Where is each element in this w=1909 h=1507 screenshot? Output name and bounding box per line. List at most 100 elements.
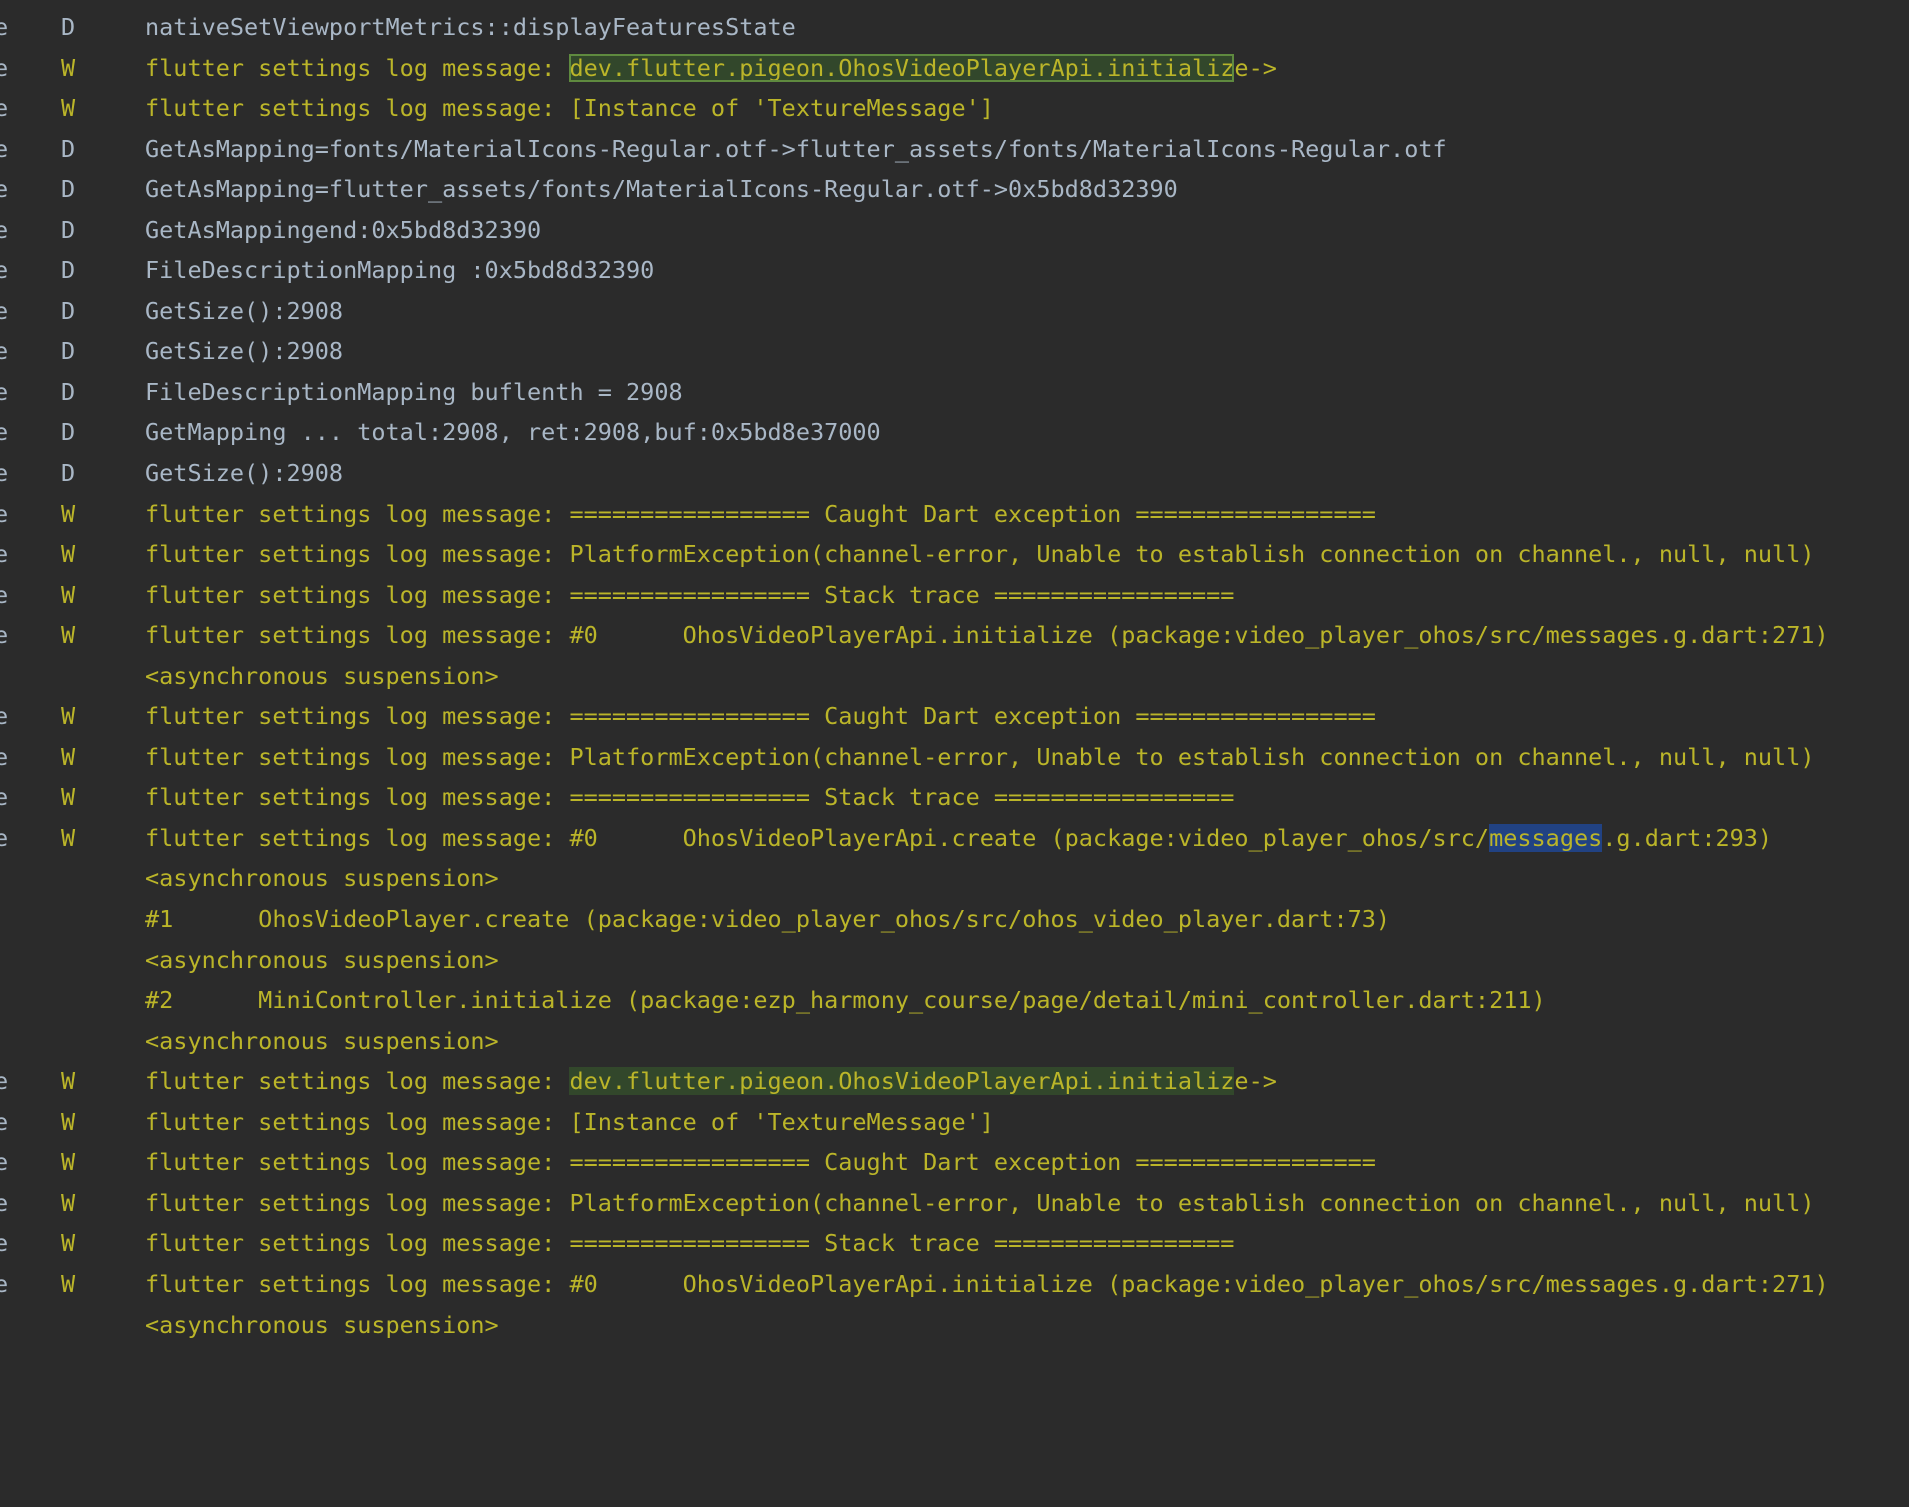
- log-row[interactable]: e W flutter settings log message: Platfo…: [0, 1183, 1909, 1224]
- log-level: W: [61, 621, 76, 650]
- log-level: W: [61, 94, 76, 123]
- log-row[interactable]: <asynchronous suspension>: [0, 858, 1909, 899]
- log-level: D: [61, 459, 76, 488]
- log-row[interactable]: e D nativeSetViewportMetrics::displayFea…: [0, 7, 1909, 48]
- log-row[interactable]: <asynchronous suspension>: [0, 940, 1909, 981]
- log-message: GetSize():2908: [145, 453, 343, 494]
- log-message: FileDescriptionMapping :0x5bd8d32390: [145, 250, 654, 291]
- log-level: W: [61, 1269, 76, 1298]
- log-row[interactable]: e W flutter settings log message: Platfo…: [0, 534, 1909, 575]
- log-message: flutter settings log message: [Instance …: [145, 1102, 994, 1143]
- log-message-text: #2 MiniController.initialize (package:ez…: [145, 986, 1546, 1015]
- log-message: <asynchronous suspension>: [145, 940, 499, 981]
- log-row[interactable]: e W flutter settings log message: ======…: [0, 777, 1909, 818]
- log-message-text: GetMapping ... total:2908, ret:2908,buf:…: [145, 418, 881, 447]
- log-level: W: [61, 783, 76, 812]
- log-row[interactable]: <asynchronous suspension>: [0, 656, 1909, 697]
- log-row[interactable]: e D FileDescriptionMapping buflenth = 29…: [0, 372, 1909, 413]
- log-row[interactable]: e W flutter settings log message: [Insta…: [0, 88, 1909, 129]
- log-message: GetAsMappingend:0x5bd8d32390: [145, 210, 541, 251]
- row-edge-text: e: [0, 621, 9, 650]
- log-level: D: [61, 337, 76, 366]
- log-row[interactable]: e W flutter settings log message: [Insta…: [0, 1102, 1909, 1143]
- log-row[interactable]: e W flutter settings log message: ======…: [0, 494, 1909, 535]
- log-row[interactable]: <asynchronous suspension>: [0, 1305, 1909, 1346]
- log-message-text: nativeSetViewportMetrics::displayFeature…: [145, 13, 796, 41]
- log-message-text: <asynchronous suspension>: [145, 1026, 499, 1055]
- log-row[interactable]: e W flutter settings log message: #0 Oho…: [0, 818, 1909, 859]
- log-level: W: [61, 702, 76, 731]
- log-message: flutter settings log message: ==========…: [145, 777, 1234, 818]
- log-row[interactable]: e D GetAsMapping=flutter_assets/fonts/Ma…: [0, 169, 1909, 210]
- row-edge-text: e: [0, 377, 9, 406]
- log-row[interactable]: e W flutter settings log message: #0 Oho…: [0, 615, 1909, 656]
- log-message: flutter settings log message: dev.flutte…: [145, 1061, 1277, 1102]
- search-highlight: dev.flutter.pigeon.OhosVideoPlayerApi.in…: [569, 53, 1235, 82]
- log-row[interactable]: e D FileDescriptionMapping :0x5bd8d32390: [0, 250, 1909, 291]
- log-row[interactable]: e D GetMapping ... total:2908, ret:2908,…: [0, 412, 1909, 453]
- log-level: W: [61, 499, 76, 528]
- log-message: GetSize():2908: [145, 331, 343, 372]
- log-level: D: [61, 296, 76, 325]
- log-message: flutter settings log message: ==========…: [145, 494, 1376, 535]
- log-row[interactable]: e W flutter settings log message: Platfo…: [0, 737, 1909, 778]
- log-level: W: [61, 1107, 76, 1136]
- log-message-text: #1 OhosVideoPlayer.create (package:video…: [145, 905, 1391, 934]
- row-edge-text: e: [0, 256, 9, 285]
- row-edge-text: e: [0, 783, 9, 812]
- log-level: D: [61, 13, 76, 41]
- log-row[interactable]: #2 MiniController.initialize (package:ez…: [0, 980, 1909, 1021]
- log-row[interactable]: e D GetSize():2908: [0, 453, 1909, 494]
- log-message-text: GetSize():2908: [145, 296, 344, 325]
- log-message-text: flutter settings log message: [Instance …: [145, 94, 994, 123]
- row-edge-text: e: [0, 418, 9, 447]
- log-level: W: [61, 1148, 76, 1177]
- log-message-text: GetSize():2908: [145, 337, 344, 366]
- log-message-tail: e->: [1234, 53, 1277, 82]
- log-level: D: [61, 418, 76, 447]
- row-edge-text: e: [0, 337, 9, 366]
- log-row[interactable]: e D GetAsMapping=fonts/MaterialIcons-Reg…: [0, 129, 1909, 170]
- row-edge-text: e: [0, 823, 9, 852]
- log-message-text: flutter settings log message:: [145, 1067, 570, 1096]
- log-row[interactable]: e W flutter settings log message: dev.fl…: [0, 1061, 1909, 1102]
- row-edge-text: e: [0, 702, 9, 731]
- search-highlight: messages: [1489, 823, 1603, 852]
- row-edge-text: e: [0, 1188, 9, 1217]
- row-edge-text: e: [0, 1148, 9, 1177]
- row-edge-text: e: [0, 175, 9, 204]
- log-message: GetMapping ... total:2908, ret:2908,buf:…: [145, 412, 881, 453]
- log-message-text: flutter settings log message: ==========…: [145, 499, 1376, 528]
- log-row[interactable]: e W flutter settings log message: #0 Oho…: [0, 1264, 1909, 1305]
- log-row[interactable]: e W flutter settings log message: ======…: [0, 575, 1909, 616]
- log-message-text: FileDescriptionMapping buflenth = 2908: [145, 377, 683, 406]
- log-row[interactable]: e D GetSize():2908: [0, 291, 1909, 332]
- log-message: flutter settings log message: ==========…: [145, 696, 1376, 737]
- log-level: W: [61, 823, 76, 852]
- log-message-text: <asynchronous suspension>: [145, 661, 499, 690]
- log-row[interactable]: e W flutter settings log message: ======…: [0, 696, 1909, 737]
- log-level: D: [61, 377, 76, 406]
- log-message-text: GetAsMapping=fonts/MaterialIcons-Regular…: [145, 134, 1447, 163]
- log-row[interactable]: e W flutter settings log message: ======…: [0, 1223, 1909, 1264]
- log-level: D: [61, 215, 76, 244]
- log-message: <asynchronous suspension>: [145, 1305, 499, 1346]
- log-message: flutter settings log message: ==========…: [145, 1223, 1234, 1264]
- log-message-text: GetAsMappingend:0x5bd8d32390: [145, 215, 542, 244]
- log-message: <asynchronous suspension>: [145, 656, 499, 697]
- log-row[interactable]: #1 OhosVideoPlayer.create (package:video…: [0, 899, 1909, 940]
- log-message: nativeSetViewportMetrics::displayFeature…: [145, 7, 796, 48]
- log-level: W: [61, 742, 76, 771]
- row-edge-text: e: [0, 580, 9, 609]
- log-message: flutter settings log message: PlatformEx…: [145, 534, 1815, 575]
- log-row[interactable]: e W flutter settings log message: ======…: [0, 1142, 1909, 1183]
- log-row[interactable]: e D GetAsMappingend:0x5bd8d32390: [0, 210, 1909, 251]
- log-message-text: flutter settings log message: ==========…: [145, 580, 1235, 609]
- log-row[interactable]: e D GetSize():2908: [0, 331, 1909, 372]
- log-row[interactable]: <asynchronous suspension>: [0, 1021, 1909, 1062]
- log-level: D: [61, 134, 76, 163]
- log-output-panel[interactable]: e D nativeSetViewportMetrics::displayFea…: [0, 7, 1909, 1345]
- row-edge-text: e: [0, 540, 9, 569]
- log-row[interactable]: e W flutter settings log message: dev.fl…: [0, 48, 1909, 89]
- log-message-text: FileDescriptionMapping :0x5bd8d32390: [145, 256, 655, 285]
